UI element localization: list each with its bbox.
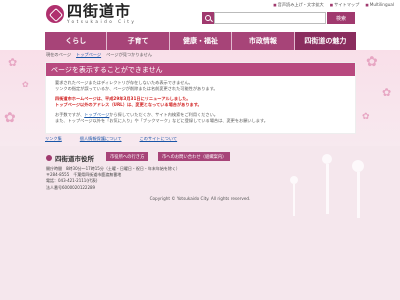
cherry-blossom-icon: ✿ <box>382 86 392 99</box>
cherry-blossom-icon: ✿ <box>366 54 378 70</box>
link-collection-link[interactable]: リンク集 <box>45 136 62 142</box>
city-seal-icon <box>46 155 52 161</box>
copyright: Copyright © Yotsukaido City. All rights … <box>149 196 251 201</box>
nav-kurashi[interactable]: くらし <box>45 32 108 50</box>
search-input[interactable] <box>214 12 326 24</box>
directions-button[interactable]: 市役所への行き方 <box>106 152 149 161</box>
city-seal-icon <box>46 5 64 23</box>
about-site-link[interactable]: このサイトについて <box>140 136 178 142</box>
search-button[interactable]: 検索 <box>327 12 355 24</box>
error-line-4: また、トップページ以外を「お気に入り」や「ブックマーク」などに登録している場合は… <box>55 118 268 123</box>
breadcrumb-top-link[interactable]: トップページ <box>76 52 101 58</box>
office-name: 四街道市役所 <box>46 153 94 163</box>
error-body: 要求されたページまたはディレクトリが存在しないため表示できません。 リンクの指定… <box>46 76 355 128</box>
cherry-blossom-icon: ✿ <box>22 80 29 89</box>
breadcrumb-current: ページが見つかりません <box>106 52 152 57</box>
privacy-link[interactable]: 個人情報保護について <box>80 136 122 142</box>
search-icon <box>202 12 214 24</box>
cherry-blossom-icon: ✿ <box>4 110 16 126</box>
cherry-blossom-icon: ✿ <box>8 56 18 69</box>
global-nav: くらし 子育て 健康・福祉 市政情報 四街道の魅力 <box>45 32 357 50</box>
breadcrumb-label: 現在のページ <box>46 52 72 57</box>
logo-subtitle: Yotsukaido City <box>67 19 137 24</box>
util-sitemap-link[interactable]: サイトマップ <box>330 2 359 8</box>
util-read-aloud-link[interactable]: 音声読み上げ・文字拡大 <box>273 2 324 8</box>
footer-links: リンク集 個人情報保護について このサイトについて <box>45 136 177 142</box>
top-page-link[interactable]: トップページ <box>84 112 109 117</box>
nav-kosodate[interactable]: 子育て <box>107 32 170 50</box>
error-notice-card: ページを表示することができません 要求されたページまたはディレクトリが存在しない… <box>45 62 356 134</box>
site-logo[interactable]: 四街道市 Yotsukaido City <box>46 4 136 24</box>
nav-kenko-fukushi[interactable]: 健康・福祉 <box>170 32 233 50</box>
nav-shisei-joho[interactable]: 市政情報 <box>232 32 295 50</box>
contact-button[interactable]: 市へのお問い合わせ（組織案内） <box>158 152 231 161</box>
error-title: ページを表示することができません <box>46 63 355 76</box>
search-bar: 検索 <box>202 12 355 24</box>
office-info: 開庁時間 8時30分～17時15分（土曜・日曜日・祝日・年末年始を除く） 〒28… <box>46 166 180 191</box>
corporate-number: 法人番号6000020122289 <box>46 184 96 190</box>
breadcrumb: 現在のページ トップページ ページが見つかりません <box>46 52 152 58</box>
nav-miryoku[interactable]: 四街道の魅力 <box>294 32 357 50</box>
utility-links: 音声読み上げ・文字拡大 サイトマップ Multilingual <box>273 2 394 8</box>
logo-title: 四街道市 <box>67 2 132 20</box>
cherry-blossom-icon: ✿ <box>362 112 370 122</box>
util-multilingual-link[interactable]: Multilingual <box>365 2 394 8</box>
